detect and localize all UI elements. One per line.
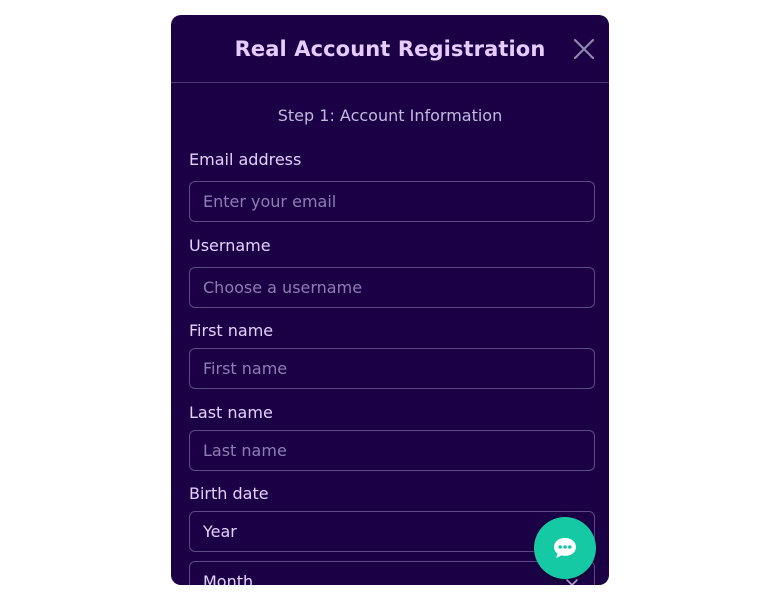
- birth-year-value: Year: [203, 522, 237, 541]
- last-name-label: Last name: [189, 403, 273, 422]
- username-field[interactable]: [189, 267, 595, 308]
- last-name-field[interactable]: [189, 430, 595, 471]
- first-name-label: First name: [189, 321, 274, 340]
- modal-header: Real Account Registration: [171, 15, 609, 83]
- close-button[interactable]: [571, 36, 597, 62]
- close-icon: [573, 38, 595, 60]
- email-label: Email address: [189, 150, 302, 169]
- birth-date-label: Birth date: [189, 484, 269, 503]
- registration-modal: Real Account Registration Step 1: Accoun…: [171, 15, 609, 585]
- modal-title: Real Account Registration: [234, 37, 546, 61]
- birth-month-value: Month: [203, 572, 254, 585]
- step-indicator: Step 1: Account Information: [277, 106, 503, 125]
- chat-button[interactable]: [534, 517, 596, 579]
- email-field[interactable]: [189, 181, 595, 222]
- chat-bubble-icon: [554, 538, 576, 558]
- username-label: Username: [189, 236, 271, 255]
- first-name-field[interactable]: [189, 348, 595, 389]
- birth-month-select[interactable]: Month: [189, 561, 595, 585]
